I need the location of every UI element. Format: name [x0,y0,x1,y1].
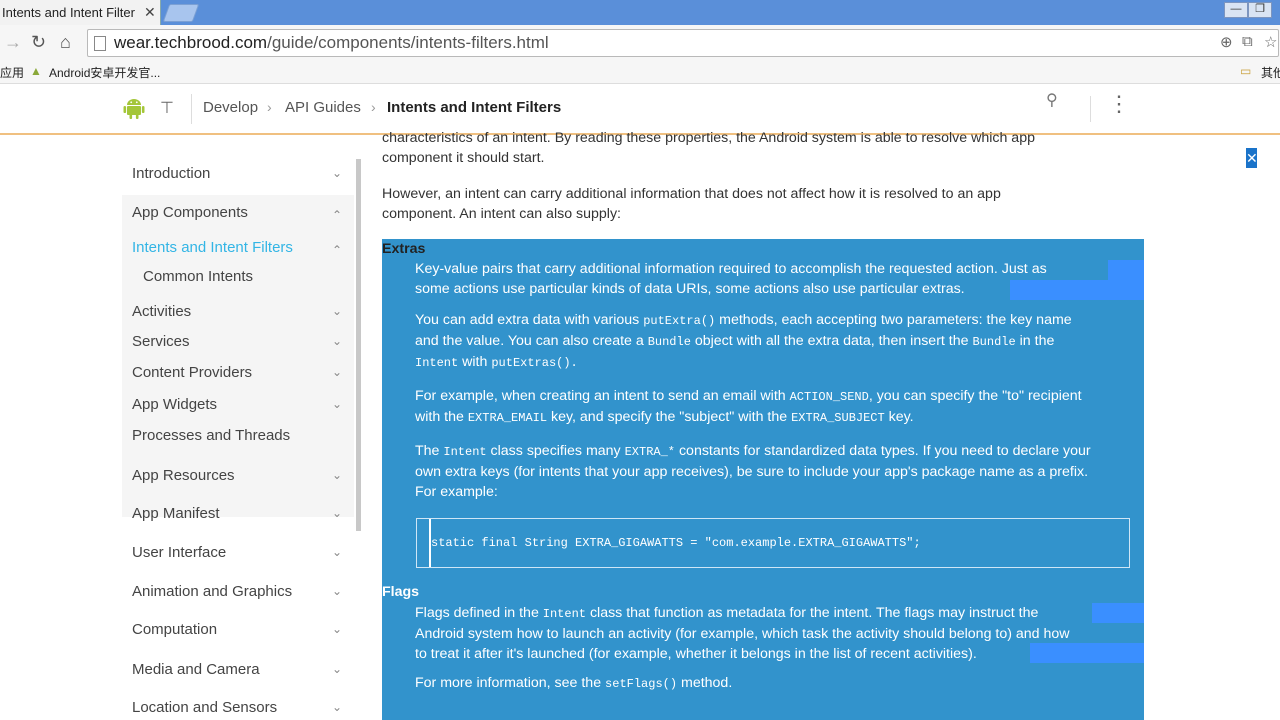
folder-icon: ▭ [1240,64,1252,78]
sidebar-scrollbar[interactable] [356,159,361,531]
chevron-up-icon[interactable]: ⌃ [332,208,342,222]
flags-paragraph: Flags defined in the Intent class that f… [415,605,1070,662]
extras-paragraph-2: You can add extra data with various putE… [415,312,1072,370]
android-logo-icon[interactable] [122,96,146,120]
collapse-nav-icon[interactable]: ⊤ [160,98,174,118]
restore-button[interactable]: ❐ [1248,2,1272,18]
extras-term: Extras [382,241,426,257]
url-text[interactable]: wear.techbrood.com/guide/components/inte… [114,33,549,53]
bookmark-other[interactable]: 其他 [1261,64,1280,81]
chevron-down-icon[interactable]: ⌄ [332,397,342,411]
minimize-button[interactable]: — [1224,2,1248,18]
new-tab-button[interactable] [162,4,200,22]
chevron-down-icon[interactable]: ⌄ [332,166,342,180]
breadcrumb-current: Intents and Intent Filters [387,99,562,116]
code-block: static final String EXTRA_GIGAWATTS = "c… [416,518,1130,568]
header-divider [1090,96,1091,122]
extras-paragraph-1: Key-value pairs that carry additional in… [415,261,1047,297]
android-bookmark-icon: ▲ [30,64,42,78]
browser-tabstrip: Intents and Intent Filter ✕ — ❐ [0,0,1280,25]
flags-term: Flags [382,584,420,600]
chevron-down-icon[interactable]: ⌄ [332,365,342,379]
code-text: static final String EXTRA_GIGAWATTS = "c… [431,536,921,550]
bookmark-star-icon[interactable]: ☆ [1264,33,1277,51]
tab-close-icon[interactable]: ✕ [144,0,156,25]
reload-icon[interactable]: ↻ [31,32,46,52]
chevron-up-icon[interactable]: ⌃ [332,243,342,257]
page-icon [94,36,106,51]
chevron-down-icon[interactable]: ⌄ [332,662,342,676]
translate-icon[interactable]: ⧉ [1242,33,1253,50]
chevron-down-icon[interactable]: ⌄ [332,334,342,348]
browser-tab[interactable]: Intents and Intent Filter ✕ [0,0,161,25]
address-bar[interactable]: wear.techbrood.com/guide/components/inte… [87,29,1279,57]
chevron-down-icon[interactable]: ⌄ [332,584,342,598]
selection-edge [1092,603,1144,623]
chevron-down-icon[interactable]: ⌄ [332,304,342,318]
extras-paragraph-3: For example, when creating an intent to … [415,388,1082,425]
chevron-down-icon[interactable]: ⌄ [332,506,342,520]
breadcrumb-chevron-icon: › [371,99,376,115]
chevron-down-icon[interactable]: ⌄ [332,622,342,636]
home-icon[interactable]: ⌂ [60,32,71,52]
breadcrumb-develop[interactable]: Develop [203,99,258,116]
breadcrumb-chevron-icon: › [267,99,272,115]
setflags-link[interactable]: setFlags() [605,677,677,691]
browser-toolbar: → ↻ ⌂ wear.techbrood.com/guide/component… [0,25,1280,61]
flags-more-info: For more information, see the setFlags()… [415,675,733,691]
chevron-down-icon[interactable]: ⌄ [332,468,342,482]
close-icon[interactable]: ✕ [1246,148,1258,168]
tab-title: Intents and Intent Filter [2,5,135,20]
chevron-down-icon[interactable]: ⌄ [332,545,342,559]
bookmarks-bar: 应用 ▲ Android安卓开发官... ▭ 其他 [0,61,1280,84]
however-paragraph: However, an intent can carry additional … [382,186,1001,222]
forward-icon[interactable]: → [4,32,22,52]
sidebar-nav: Introduction ⌄ App Components ⌃ Intents an… [122,135,354,720]
selection-edge [1108,260,1144,300]
header-divider [191,94,192,124]
intro-paragraph: characteristics of an intent. By reading… [382,130,1035,166]
bookmark-android[interactable]: Android安卓开发官... [49,64,160,81]
chevron-down-icon[interactable]: ⌄ [332,700,342,714]
breadcrumb-api-guides[interactable]: API Guides [285,99,361,116]
more-options-icon[interactable]: ⋮ [1108,93,1130,115]
search-icon[interactable]: ⚲ [1046,90,1058,110]
bookmark-apps[interactable]: 应用 [0,64,24,81]
zoom-icon[interactable]: ⊕ [1220,33,1233,51]
extras-paragraph-4: The Intent class specifies many EXTRA_* … [415,443,1091,500]
